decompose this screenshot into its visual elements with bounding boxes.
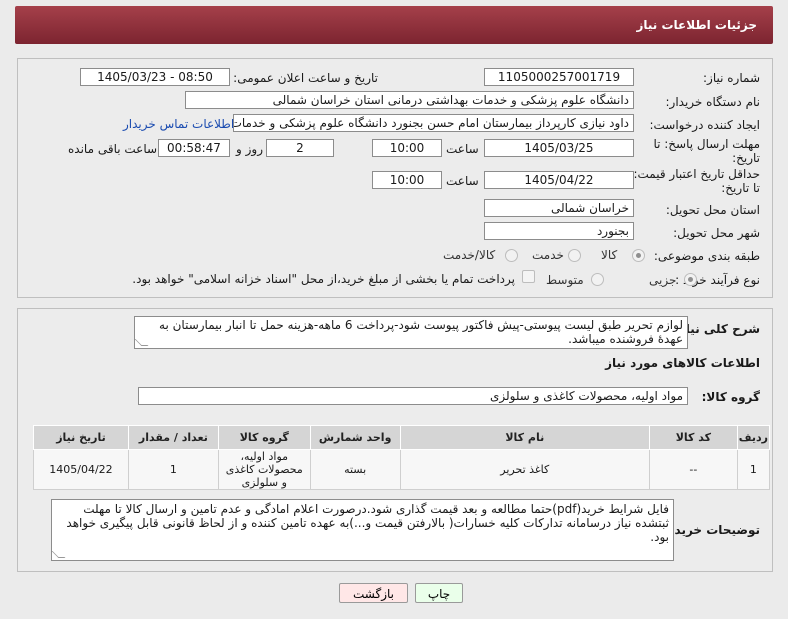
resize-grip-icon[interactable] (135, 339, 149, 346)
cell-unit: بسته (309, 449, 401, 490)
category-option-goods: کالا (601, 248, 618, 262)
treasury-payment-note: پرداخت تمام یا بخشی از مبلغ خرید،از محل … (132, 272, 515, 286)
category-option-goods-service: کالا/خدمت (443, 248, 496, 262)
deadline-label-date: تاریخ: (732, 151, 760, 165)
process-radio-minor[interactable] (684, 273, 697, 286)
page-header: جزئیات اطلاعات نیاز (15, 6, 773, 44)
creator-label: ایجاد کننده درخواست: (649, 118, 760, 132)
announce-datetime-label: تاریخ و ساعت اعلان عمومی: (233, 71, 378, 85)
time-remaining-label: ساعت باقی مانده (68, 142, 158, 156)
print-button[interactable]: چاپ (415, 583, 463, 603)
resize-grip-icon[interactable] (52, 551, 66, 558)
deadline-time-label: ساعت (446, 142, 479, 156)
cell-row: 1 (736, 449, 771, 490)
back-button[interactable]: بازگشت (339, 583, 408, 603)
treasury-payment-checkbox[interactable] (522, 270, 535, 283)
col-unit: واحد شمارش (309, 425, 401, 450)
cell-name: کاغذ تحریر (399, 449, 650, 490)
need-number-label: شماره نیاز: (703, 71, 760, 85)
description-value: لوازم تحریر طبق لیست پیوستی-پیش فاکتور پ… (159, 318, 683, 346)
cell-code: -- (648, 449, 738, 490)
price-validity-label-date: تا تاریخ: (721, 181, 760, 195)
delivery-city-field: بجنورد (484, 222, 634, 240)
cell-group: مواد اولیه، محصولات کاغذی و سلولزی (217, 449, 311, 490)
col-code: کد کالا (648, 425, 738, 450)
category-radio-service[interactable] (568, 249, 581, 262)
category-radio-goods[interactable] (632, 249, 645, 262)
validity-time-label: ساعت (446, 174, 479, 188)
delivery-city-label: شهر محل تحویل: (673, 226, 760, 240)
page-title: جزئیات اطلاعات نیاز (636, 18, 757, 32)
col-date: تاریخ نیاز (33, 425, 129, 450)
cell-qty: 1 (127, 449, 219, 490)
description-text: لوازم تحریر طبق لیست پیوستی-پیش فاکتور پ… (134, 316, 688, 349)
category-option-service: خدمت (532, 248, 564, 262)
process-radio-medium[interactable] (591, 273, 604, 286)
days-remaining-field: 2 (266, 139, 334, 157)
goods-group-field: مواد اولیه، محصولات کاغذی و سلولزی (138, 387, 688, 405)
delivery-province-field: خراسان شمالی (484, 199, 634, 217)
deadline-time-field: 10:00 (372, 139, 442, 157)
col-group: گروه کالا (217, 425, 311, 450)
table-header-row: ردیف کد کالا نام کالا واحد شمارش گروه کا… (33, 425, 771, 450)
time-remaining-field: 00:58:47 (158, 139, 230, 157)
need-number-field: 1105000257001719 (484, 68, 634, 86)
process-option-medium: متوسط (546, 273, 584, 287)
table-row: 1 -- کاغذ تحریر بسته مواد اولیه، محصولات… (33, 449, 771, 490)
cell-date: 1405/04/22 (33, 449, 129, 490)
goods-group-label: گروه کالا: (701, 390, 760, 404)
process-option-minor: جزیی (649, 273, 677, 287)
buyer-org-label: نام دستگاه خریدار: (665, 95, 761, 109)
goods-info-title: اطلاعات کالاهای مورد نیاز (605, 356, 760, 370)
price-validity-label: حداقل تاریخ اعتبار قیمت: (633, 167, 760, 181)
col-qty: تعداد / مقدار (127, 425, 219, 450)
category-label: طبقه بندی موضوعی: (653, 249, 760, 263)
category-radio-goods-service[interactable] (505, 249, 518, 262)
validity-time-field: 10:00 (372, 171, 442, 189)
delivery-province-label: استان محل تحویل: (665, 203, 760, 217)
announce-datetime-field: 1405/03/23 - 08:50 (80, 68, 230, 86)
validity-date-field: 1405/04/22 (484, 171, 634, 189)
col-name: نام کالا (399, 425, 650, 450)
buyer-notes-text: فایل شرایط خرید(pdf)حتما مطالعه و بعد قی… (51, 499, 674, 561)
days-label: روز و (236, 142, 263, 156)
buyer-notes-value: فایل شرایط خرید(pdf)حتما مطالعه و بعد قی… (66, 502, 669, 544)
buyer-contact-link[interactable]: اطلاعات تماس خریدار (123, 117, 234, 131)
creator-field: داود نیازی کارپرداز بیمارستان امام حسن ب… (233, 114, 634, 132)
deadline-label: مهلت ارسال پاسخ: تا (653, 137, 760, 151)
deadline-date-field: 1405/03/25 (484, 139, 634, 157)
buyer-org-field: دانشگاه علوم پزشکی و خدمات بهداشتی درمان… (185, 91, 634, 109)
col-row: ردیف (736, 425, 771, 450)
goods-table: ردیف کد کالا نام کالا واحد شمارش گروه کا… (33, 425, 771, 490)
